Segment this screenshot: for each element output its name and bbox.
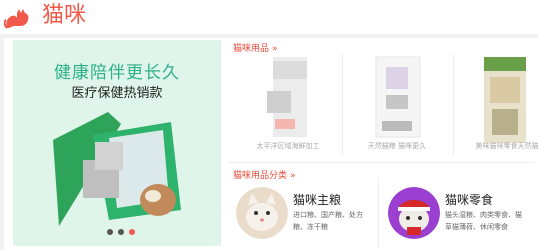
section-arrow-icon: » bbox=[290, 171, 296, 181]
product-name-2[interactable]: 天然猫粮 猫咪更久 bbox=[342, 141, 452, 151]
products-section-label: 猫咪用品 bbox=[233, 44, 270, 54]
carousel-dot-3[interactable] bbox=[129, 229, 135, 235]
carousel-dot-1[interactable] bbox=[107, 229, 113, 235]
category-desc-line: 粮、冻干粮 bbox=[293, 223, 328, 231]
product-package-image bbox=[53, 112, 181, 226]
product-image-2[interactable] bbox=[352, 55, 442, 145]
category-desc-line: 猫头湿粮、肉类零食、猫 bbox=[445, 211, 522, 219]
category-desc-line: 草猫薄荷、休闲零食 bbox=[445, 223, 508, 231]
category-photo-main-food bbox=[236, 187, 288, 239]
section-divider bbox=[228, 162, 534, 163]
category-desc-line: 进口粮、国产粮、处方 bbox=[293, 211, 363, 219]
category-photo-snacks bbox=[388, 187, 440, 239]
carousel-dot-2[interactable] bbox=[118, 229, 124, 235]
categories-section-link[interactable]: 猫咪用品分类» bbox=[233, 168, 296, 181]
section-arrow-icon: » bbox=[272, 44, 278, 54]
category-title-snacks: 猫咪零食 bbox=[445, 193, 494, 207]
product-name-3[interactable]: 美味猫咪零食天然猫 bbox=[452, 141, 538, 151]
product-name-1[interactable]: 太平洋区域海鲜加工 bbox=[233, 141, 343, 151]
cat-logo-icon bbox=[4, 9, 29, 29]
promo-banner[interactable]: 健康陪伴更长久 医疗保健热销款 bbox=[13, 40, 221, 246]
header-bar: 猫咪 bbox=[0, 0, 538, 34]
category-title-main-food: 猫咪主粮 bbox=[293, 193, 342, 207]
category-desc-snacks: 猫头湿粮、肉类零食、猫 草猫薄荷、休闲零食 bbox=[445, 209, 522, 233]
products-section-link[interactable]: 猫咪用品» bbox=[233, 41, 278, 54]
page-title: 猫咪 bbox=[42, 3, 87, 28]
categories-section-label: 猫咪用品分类 bbox=[233, 171, 288, 181]
divider bbox=[378, 178, 379, 248]
product-image-1[interactable] bbox=[245, 55, 335, 145]
category-desc-main-food: 进口粮、国产粮、处方 粮、冻干粮 bbox=[293, 209, 363, 233]
product-image-3[interactable] bbox=[462, 55, 538, 145]
carousel-dots bbox=[107, 229, 135, 235]
